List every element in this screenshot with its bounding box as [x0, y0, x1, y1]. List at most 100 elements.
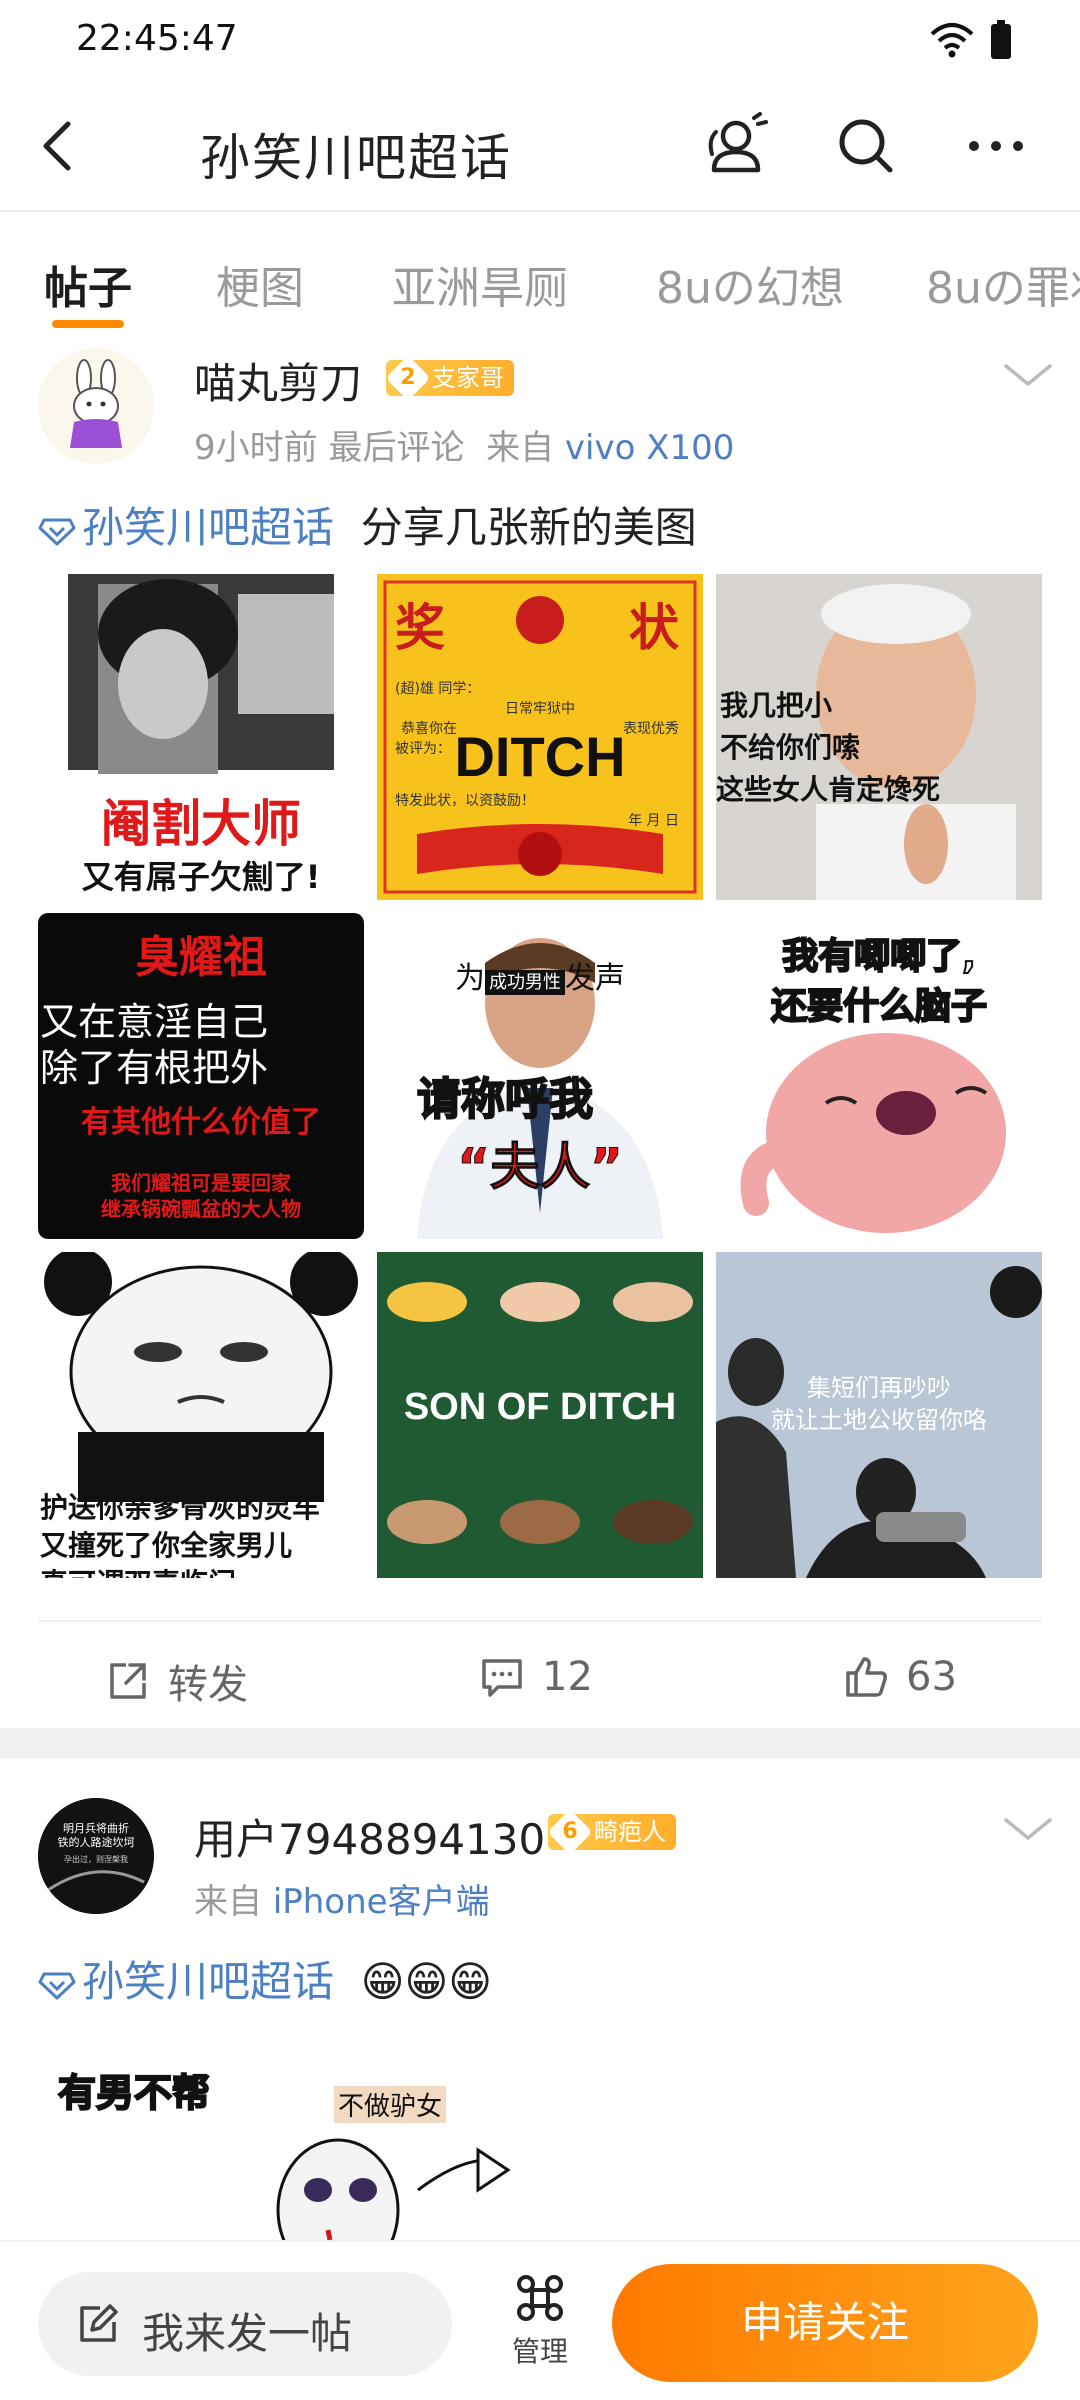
post-source[interactable]: vivo X100: [565, 428, 735, 468]
edit-icon: [80, 2304, 118, 2342]
meme-caption: 我有唧唧了,: [781, 935, 977, 978]
meme-caption: 这些女人肯定馋死: [716, 773, 941, 806]
manage-button[interactable]: 管理: [500, 2272, 580, 2382]
author-name[interactable]: 喵丸剪刀: [194, 350, 362, 411]
search-icon[interactable]: [830, 110, 902, 182]
badge-level: 6: [562, 1819, 578, 1844]
post-text: 分享几张新的美图: [360, 503, 697, 552]
avatar[interactable]: [38, 348, 154, 464]
top-nav-bar: 孙笑川吧超话: [0, 80, 1080, 212]
author-name[interactable]: 用户7948894130: [194, 1806, 545, 1867]
post-content-line: 孙笑川吧超话 分享几张新的美图: [38, 494, 697, 555]
chevron-down-icon[interactable]: [1002, 360, 1054, 390]
bottom-action-bar: 我来发一帖 管理 申请关注: [0, 2240, 1080, 2400]
meme-caption: 有其他什么价值了: [81, 1105, 321, 1140]
meme-caption: 还要什么脑子: [770, 985, 988, 1028]
meme-caption: 就让土地公收留你咯: [771, 1406, 987, 1434]
meme-caption: 继承锅碗瓢盆的大人物: [101, 1197, 301, 1221]
image-grid: 阉割大师 又有屌子欠劁了! 奖 状 (超)雄 同学： 日常牢狱中 恭喜你在 表现…: [38, 574, 1042, 1584]
meme-caption: 集短们再吵吵: [807, 1374, 951, 1402]
tab-memes[interactable]: 梗图: [216, 252, 304, 316]
new-post-label: 我来发一帖: [142, 2309, 353, 2358]
post-meta: 来自 iPhone客户端: [194, 1874, 490, 1923]
post-content-line: 孙笑川吧超话 😁😁😁: [38, 1948, 492, 2009]
meme-caption: 又撞死了你全家男儿: [40, 1529, 293, 1562]
meme-caption: 真可谓双喜临门: [38, 1562, 364, 1578]
source-prefix: 来自: [486, 428, 555, 468]
tab-posts[interactable]: 帖子: [44, 252, 132, 316]
status-time: 22:45:47: [76, 18, 238, 59]
meme-caption: 为成功男性 发声: [377, 953, 703, 997]
meme-caption: SON OF DITCH: [403, 1386, 677, 1428]
cert-text: 日常牢狱中: [505, 701, 575, 717]
cert-text: (超)雄 同学：: [395, 681, 481, 697]
post-source[interactable]: iPhone客户端: [273, 1882, 490, 1922]
meme-image[interactable]: 奖 状 (超)雄 同学： 日常牢狱中 恭喜你在 表现优秀 被评为： DITCH …: [377, 574, 703, 900]
badge-text: 畸疤人: [594, 1818, 666, 1846]
meme-image[interactable]: 护送你亲爹骨灰的灵车 又撞死了你全家男儿 真可谓双喜临门: [38, 1252, 364, 1578]
tab-asia-toilet[interactable]: 亚洲旱厕: [392, 252, 568, 316]
like-count: 63: [906, 1654, 957, 1700]
manage-label: 管理: [511, 2335, 568, 2368]
tab-bar: 帖子 梗图 亚洲旱厕 8uの幻想 8uの罪状: [0, 212, 1080, 332]
meme-image[interactable]: 集短们再吵吵 就让土地公收留你咯: [716, 1252, 1042, 1578]
new-post-button[interactable]: 我来发一帖: [38, 2272, 452, 2376]
meme-image[interactable]: SON OF DITCH: [377, 1252, 703, 1578]
meme-caption: 阉割大师: [101, 795, 301, 853]
meme-caption: 不给你们嗦: [720, 731, 861, 764]
post-emoji: 😁😁😁: [360, 1957, 493, 2006]
tab-8u-crimes[interactable]: 8uの罪状: [926, 252, 1080, 316]
user-level-badge: 2 支家哥: [385, 355, 514, 401]
chevron-down-icon[interactable]: [1002, 1814, 1054, 1844]
share-icon: [110, 1663, 146, 1699]
post-divider: [0, 1728, 1080, 1758]
like-button[interactable]: 63: [842, 1652, 957, 1701]
source-prefix: 来自: [194, 1882, 262, 1922]
user-level-badge: 6 畸疤人: [547, 1809, 676, 1855]
meme-caption: 除了有根把外: [40, 1046, 269, 1090]
meme-image[interactable]: 有男不帮 不做驴女: [38, 2040, 578, 2240]
meme-image[interactable]: 我几把小 不给你们嗦 这些女人肯定馋死: [716, 574, 1042, 900]
avatar[interactable]: 明月兵将曲折 铁的人路途坎坷 孕出过，则涅槃我: [38, 1798, 154, 1914]
repost-button[interactable]: 转发: [104, 1652, 248, 1710]
bunny-avatar-icon: [38, 348, 154, 464]
more-options-icon[interactable]: [960, 110, 1032, 182]
back-arrow-icon[interactable]: [34, 116, 82, 176]
avatar-text: 孕出过，则涅槃我: [64, 1855, 128, 1864]
super-topic-icon: [38, 518, 76, 545]
topic-link[interactable]: 孙笑川吧超话: [82, 503, 334, 552]
command-icon: [517, 2275, 563, 2321]
meme-caption: 臭耀祖: [135, 932, 267, 983]
meme-image[interactable]: 臭耀祖 又在意淫自己 除了有根把外 有其他什么价值了 我们耀祖可是要回家 继承锅…: [38, 913, 364, 1239]
tab-8u-fantasy[interactable]: 8uの幻想: [656, 252, 844, 316]
comment-button[interactable]: 12: [478, 1652, 593, 1701]
meme-caption: 又有屌子欠劁了!: [81, 858, 321, 896]
repost-label: 转发: [168, 1662, 248, 1708]
post-action-bar: 转发 12 63: [38, 1620, 1042, 1730]
comment-icon: [482, 1659, 522, 1697]
apply-follow-button[interactable]: 申请关注: [612, 2264, 1038, 2382]
meme-image[interactable]: 阉割大师 又有屌子欠劁了!: [38, 574, 364, 900]
wifi-icon: [930, 23, 974, 58]
group-chat-icon[interactable]: [700, 110, 772, 182]
cert-text: 特发此状，以资鼓励！: [395, 793, 535, 809]
meme-caption: 我几把小: [720, 689, 833, 722]
meme-image[interactable]: 为成功男性 发声 请称呼我 “夫人”: [377, 913, 703, 1239]
meme-caption-tag: 成功男性: [485, 970, 565, 995]
active-tab-indicator: [52, 320, 124, 328]
badge-text: 支家哥: [432, 364, 504, 392]
meme-image[interactable]: 我有唧唧了, 还要什么脑子: [716, 913, 1042, 1239]
cert-big-text: DITCH: [454, 725, 626, 788]
cert-text: 年 月 日: [628, 813, 679, 829]
meme-caption-part: 发声: [565, 961, 625, 996]
super-topic-icon: [38, 1972, 76, 1999]
meme-caption: 我们耀祖可是要回家: [111, 1171, 291, 1195]
comment-count: 12: [542, 1654, 593, 1700]
badge-level: 2: [400, 365, 416, 390]
post-time-note: 最后评论: [328, 428, 465, 468]
status-bar: 22:45:47: [0, 0, 1080, 80]
page-title: 孙笑川吧超话: [200, 129, 512, 187]
topic-link[interactable]: 孙笑川吧超话: [82, 1957, 334, 2006]
battery-icon: [991, 20, 1011, 59]
meme-caption: 不做驴女: [334, 2086, 447, 2123]
